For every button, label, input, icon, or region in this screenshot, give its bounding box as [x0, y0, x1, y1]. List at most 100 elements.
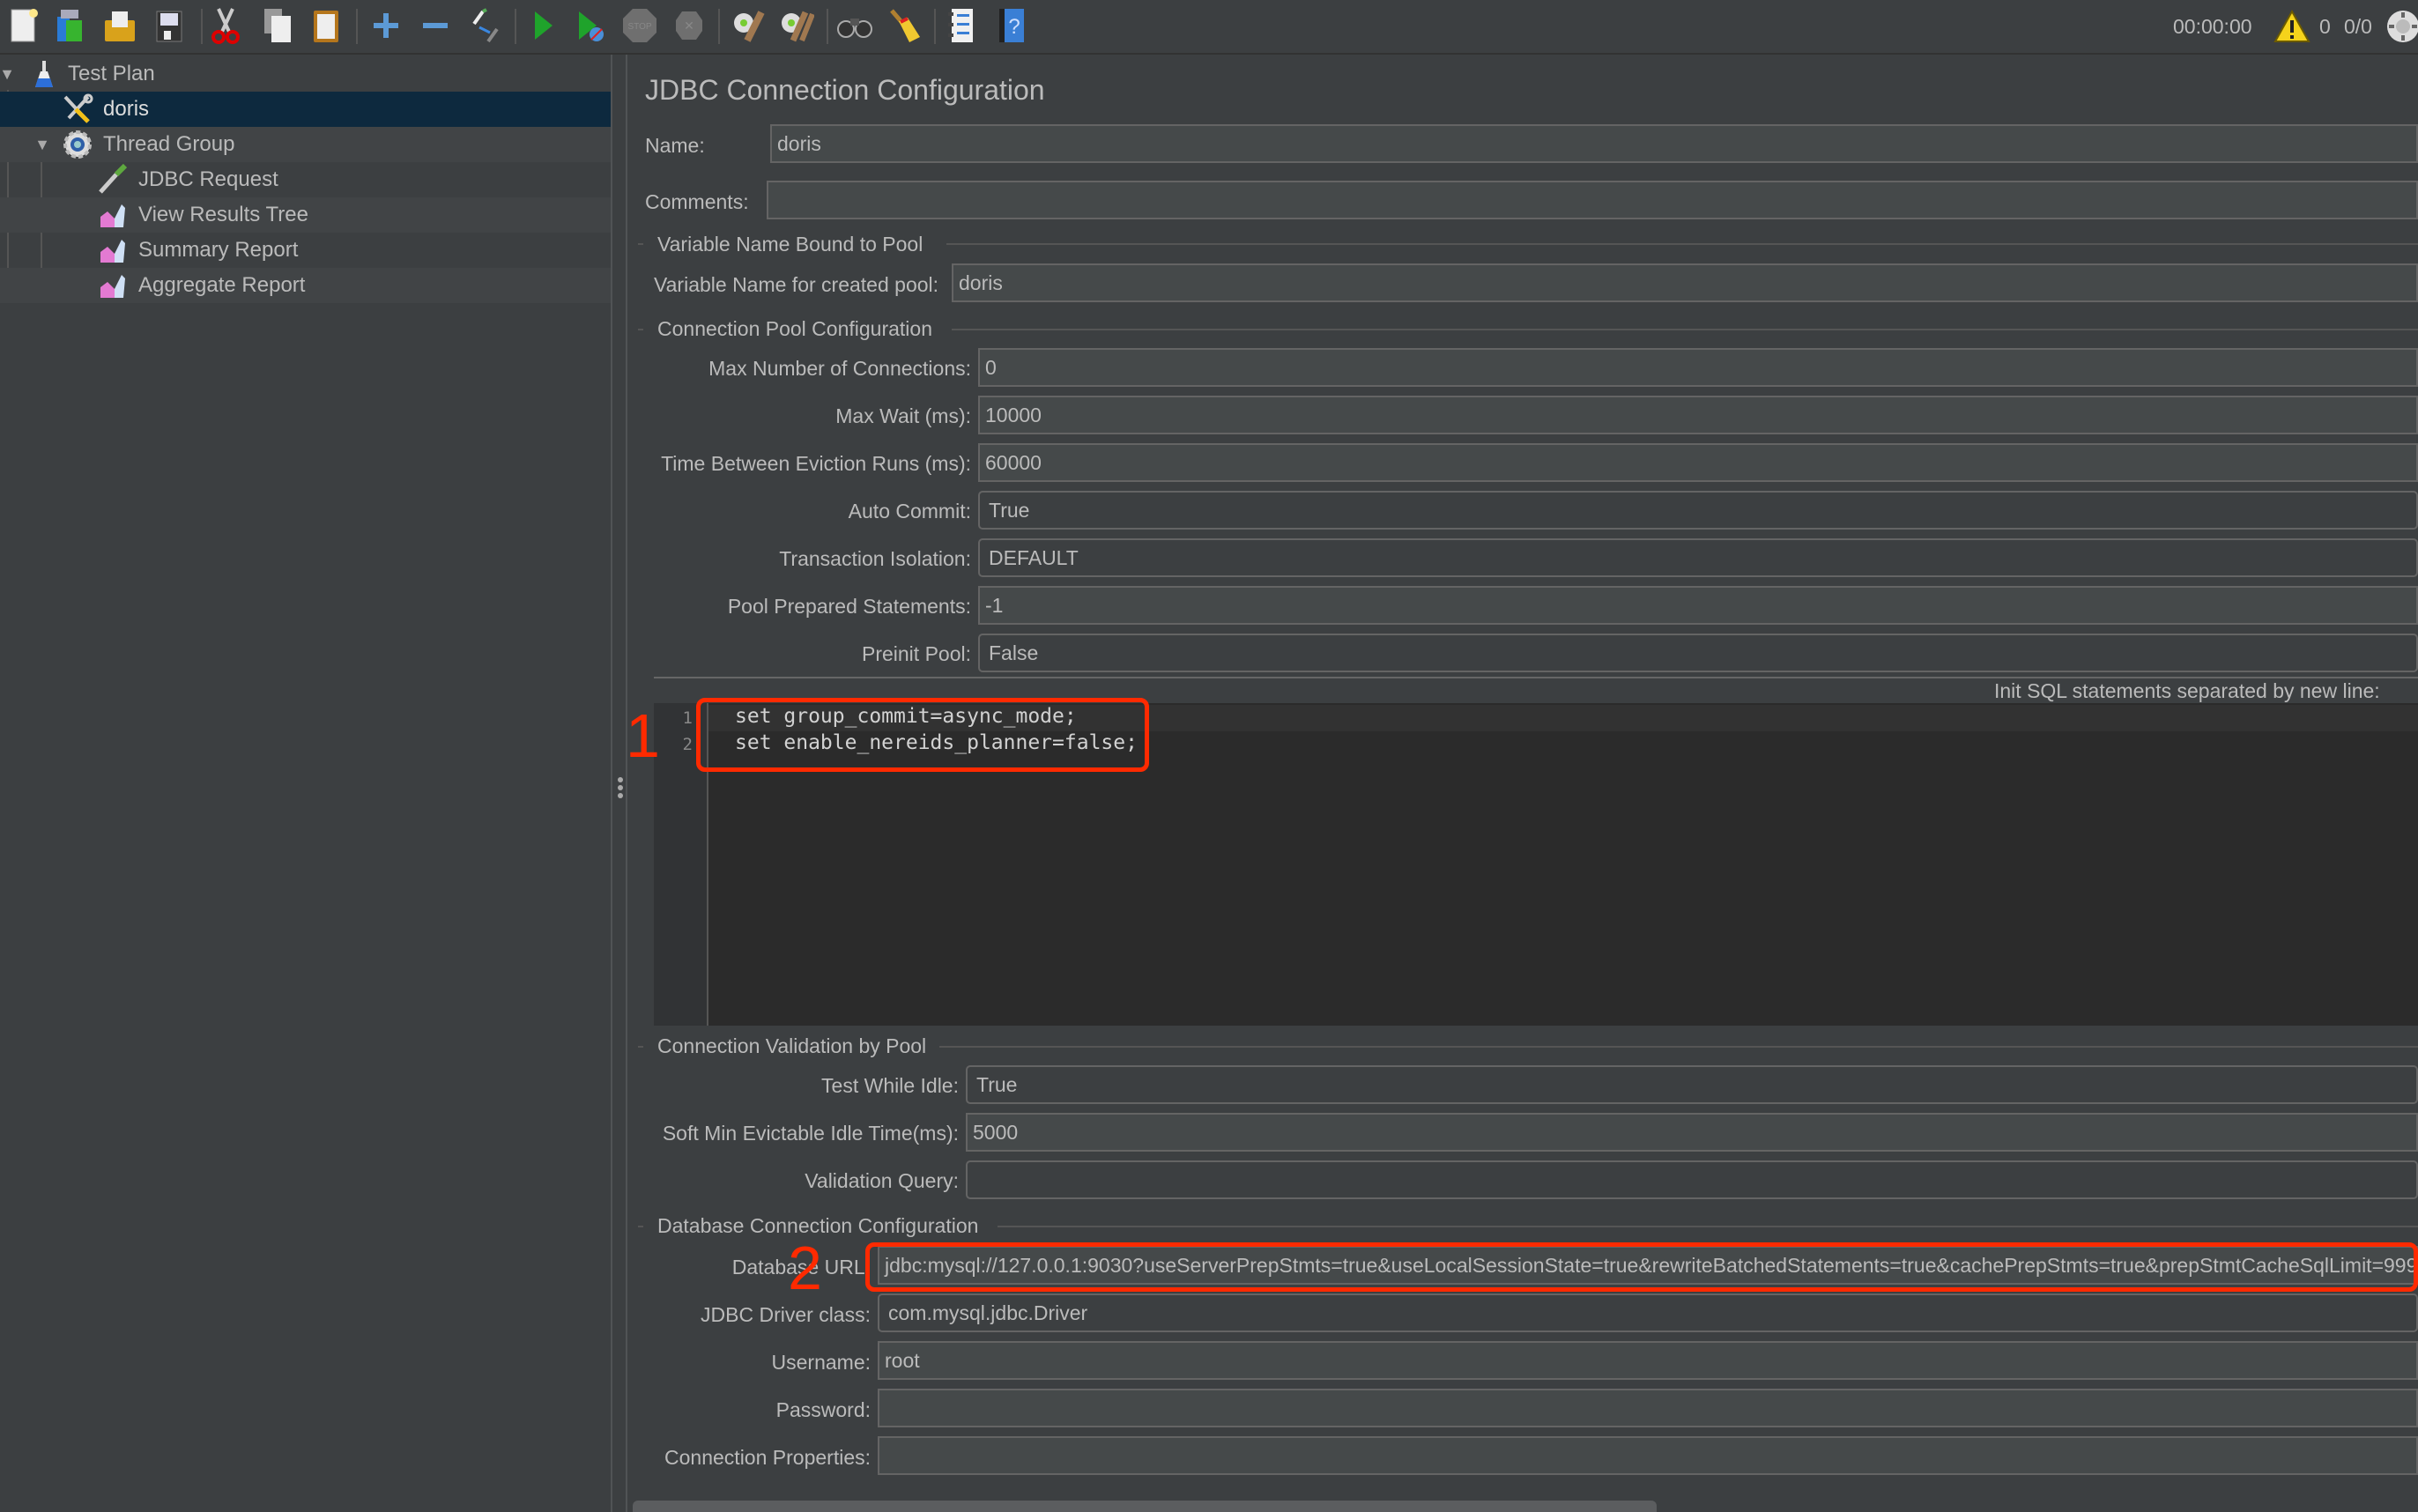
- username-label: Username:: [771, 1351, 871, 1374]
- save-icon[interactable]: [150, 5, 189, 46]
- group-border: [638, 243, 643, 245]
- group-border: [952, 329, 2418, 330]
- max-wait-label: Max Wait (ms):: [835, 404, 971, 427]
- pool-variable-label: Variable Name for created pool:: [654, 273, 939, 296]
- open-icon[interactable]: [100, 5, 139, 46]
- svg-text:STOP: STOP: [627, 22, 651, 32]
- start-no-pauses-icon[interactable]: [571, 5, 610, 46]
- driver-class-label: JDBC Driver class:: [701, 1303, 871, 1326]
- validation-query-label: Validation Query:: [805, 1169, 959, 1192]
- panel-splitter[interactable]: [611, 55, 627, 1512]
- transaction-isolation-label: Transaction Isolation:: [779, 547, 971, 570]
- toolbar-separator: [827, 9, 828, 44]
- horizontal-scrollbar[interactable]: [633, 1501, 1657, 1512]
- stop-icon[interactable]: STOP: [620, 5, 659, 46]
- init-sql-label: Init SQL statements separated by new lin…: [1994, 679, 2380, 702]
- auto-commit-select[interactable]: True: [978, 491, 2418, 530]
- test-while-idle-select[interactable]: True: [966, 1065, 2418, 1104]
- tree-item-label: Aggregate Report: [138, 273, 306, 297]
- annotation-number-1: 1: [626, 701, 660, 770]
- remote-status-icon[interactable]: [2385, 0, 2418, 53]
- clear-all-icon[interactable]: [777, 5, 816, 46]
- tree-item-doris[interactable]: doris: [0, 92, 611, 127]
- expand-arrow-icon[interactable]: ▼: [0, 65, 16, 83]
- eviction-runs-label: Time Between Eviction Runs (ms):: [661, 452, 971, 475]
- collapse-icon[interactable]: [416, 5, 455, 46]
- tree-item-label: View Results Tree: [138, 203, 308, 226]
- test-plan-tree: ▼ Test Plan doris ▼ Thread Group JDBC Re…: [0, 55, 611, 1512]
- comments-input[interactable]: [767, 181, 2418, 219]
- validation-query-select[interactable]: [966, 1160, 2418, 1199]
- svg-text:?: ?: [1008, 15, 1020, 39]
- group-border: [946, 243, 2418, 245]
- paste-icon[interactable]: [307, 5, 345, 46]
- cut-icon[interactable]: [206, 5, 245, 46]
- max-connections-input[interactable]: 0: [978, 348, 2418, 387]
- splitter-grip-dot: [618, 793, 623, 798]
- annotation-number-2: 2: [788, 1234, 822, 1302]
- templates-icon[interactable]: [51, 5, 90, 46]
- page-title: JDBC Connection Configuration: [645, 74, 1045, 106]
- reset-search-icon[interactable]: [885, 5, 923, 46]
- group-border: [638, 329, 643, 330]
- chart-icon: [97, 199, 129, 231]
- name-input[interactable]: doris: [770, 124, 2418, 163]
- comments-label: Comments:: [645, 190, 749, 213]
- annotation-box-2: [865, 1242, 2418, 1292]
- preinit-pool-label: Preinit Pool:: [861, 642, 971, 665]
- divider: [654, 677, 2418, 678]
- tree-item-view-results-tree[interactable]: View Results Tree: [0, 197, 611, 233]
- start-icon[interactable]: [523, 5, 562, 46]
- shutdown-icon[interactable]: ✕: [670, 5, 708, 46]
- max-wait-input[interactable]: 10000: [978, 396, 2418, 434]
- toolbar-separator: [201, 9, 203, 44]
- pool-variable-input[interactable]: doris: [952, 263, 2418, 302]
- name-label: Name:: [645, 134, 705, 157]
- toolbar-separator: [934, 9, 936, 44]
- preinit-pool-select[interactable]: False: [978, 634, 2418, 672]
- soft-min-idle-input[interactable]: 5000: [966, 1113, 2418, 1152]
- tree-item-thread-group[interactable]: ▼ Thread Group: [0, 127, 611, 162]
- flask-icon: [28, 58, 60, 90]
- chart-icon: [97, 270, 129, 301]
- toolbar-separator: [515, 9, 516, 44]
- expand-arrow-icon[interactable]: ▼: [33, 136, 51, 153]
- connection-properties-label: Connection Properties:: [664, 1446, 871, 1469]
- search-icon[interactable]: [835, 5, 874, 46]
- clear-icon[interactable]: [728, 5, 767, 46]
- connection-properties-input[interactable]: [878, 1436, 2418, 1475]
- help-icon[interactable]: ?: [992, 5, 1031, 46]
- annotation-box-1: [696, 698, 1149, 772]
- pool-prepared-statements-input[interactable]: -1: [978, 586, 2418, 625]
- tree-item-label: JDBC Request: [138, 167, 278, 191]
- variable-group-title: Variable Name Bound to Pool: [657, 232, 923, 256]
- password-input[interactable]: [878, 1389, 2418, 1427]
- pool-prepared-statements-label: Pool Prepared Statements:: [727, 595, 971, 618]
- transaction-isolation-select[interactable]: DEFAULT: [978, 538, 2418, 577]
- pool-group-title: Connection Pool Configuration: [657, 316, 932, 340]
- toolbar-separator: [718, 9, 720, 44]
- group-border: [939, 1046, 2418, 1048]
- tree-item-summary-report[interactable]: Summary Report: [0, 233, 611, 268]
- database-url-label: Database URL:: [731, 1256, 871, 1279]
- driver-class-select[interactable]: com.mysql.jdbc.Driver: [878, 1293, 2418, 1332]
- tree-item-label: Thread Group: [103, 132, 235, 156]
- validation-group-title: Connection Validation by Pool: [657, 1034, 927, 1057]
- group-border: [638, 1046, 643, 1048]
- eviction-runs-input[interactable]: 60000: [978, 443, 2418, 482]
- tree-item-test-plan[interactable]: ▼ Test Plan: [0, 56, 611, 92]
- username-input[interactable]: root: [878, 1341, 2418, 1380]
- max-connections-label: Max Number of Connections:: [708, 357, 971, 380]
- warning-icon[interactable]: [2273, 0, 2310, 53]
- copy-icon[interactable]: [257, 5, 296, 46]
- function-helper-icon[interactable]: [943, 5, 982, 46]
- expand-icon[interactable]: [367, 5, 405, 46]
- tree-item-label: Test Plan: [68, 62, 155, 85]
- tree-item-aggregate-report[interactable]: Aggregate Report: [0, 268, 611, 303]
- tree-item-jdbc-request[interactable]: JDBC Request: [0, 162, 611, 197]
- group-border: [998, 1226, 2418, 1227]
- new-icon[interactable]: [4, 5, 42, 46]
- pipette-icon: [97, 164, 129, 196]
- toggle-icon[interactable]: [465, 5, 504, 46]
- timer: 00:00:00: [2173, 14, 2252, 38]
